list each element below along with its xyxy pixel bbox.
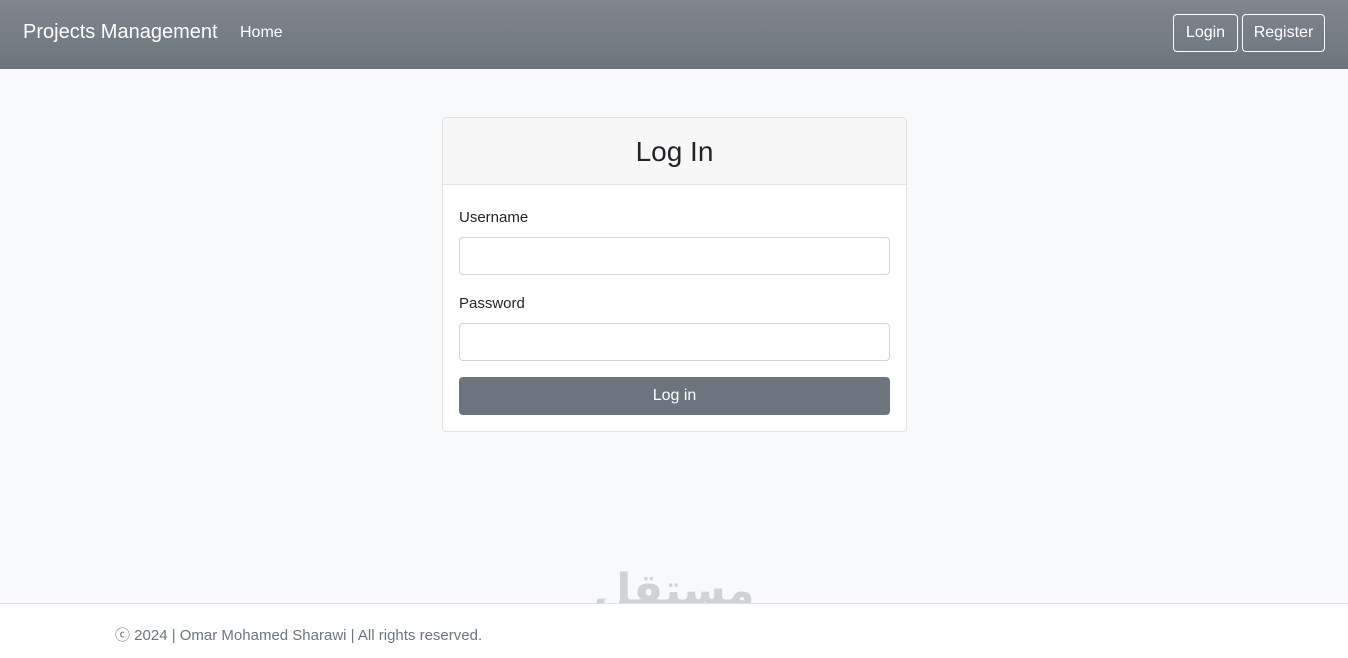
login-card-header: Log In: [443, 118, 906, 185]
top-navbar: Projects Management Home Login Register: [0, 0, 1348, 69]
password-input[interactable]: [459, 323, 890, 361]
login-card: Log In Username Password Log in: [442, 117, 907, 432]
page-title: Log In: [635, 136, 714, 167]
login-button[interactable]: Login: [1173, 14, 1238, 52]
username-label: Username: [459, 209, 529, 226]
brand-link[interactable]: Projects Management: [23, 21, 218, 44]
log-in-submit-button[interactable]: Log in: [459, 377, 890, 415]
password-label: Password: [459, 295, 525, 312]
page-footer: ⓒ 2024 | Omar Mohamed Sharawi | All righ…: [0, 603, 1348, 658]
nav-home-link[interactable]: Home: [240, 24, 283, 42]
register-button[interactable]: Register: [1242, 14, 1325, 52]
copyright-text: ⓒ 2024 | Omar Mohamed Sharawi | All righ…: [115, 627, 483, 644]
username-input[interactable]: [459, 237, 890, 275]
